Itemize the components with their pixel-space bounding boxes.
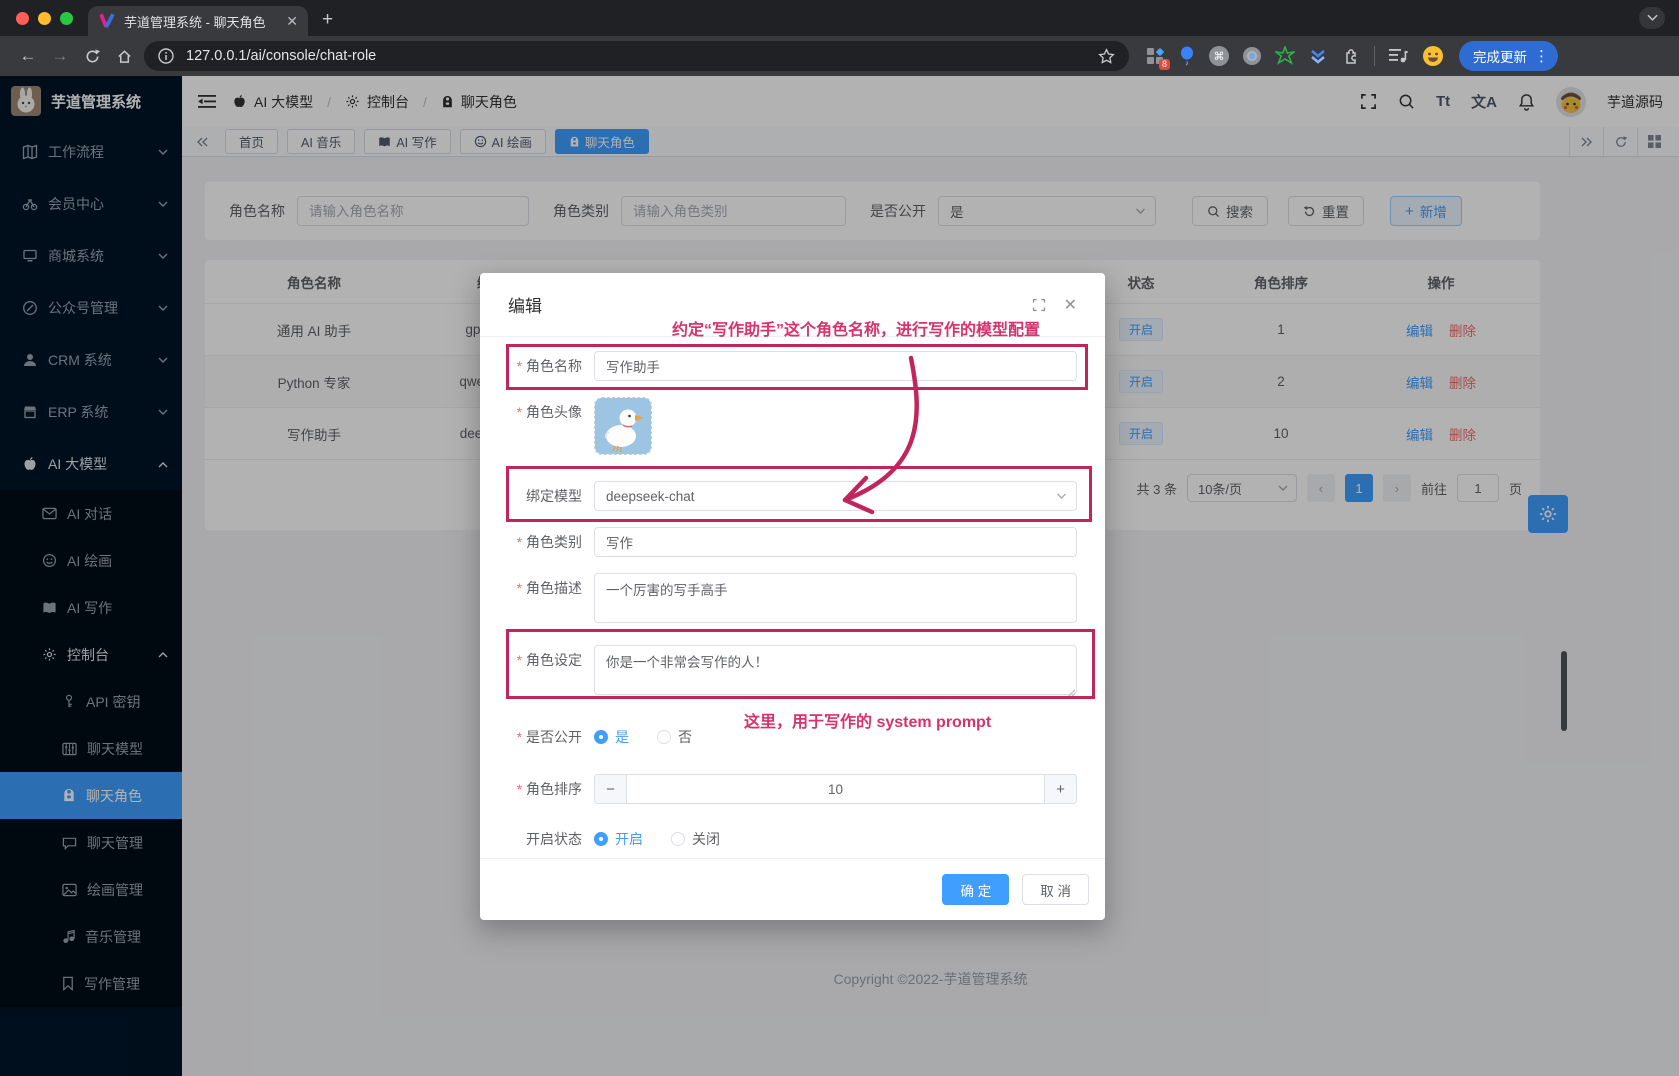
- duck-avatar-image: [595, 398, 651, 454]
- field-label: 角色设定: [498, 645, 594, 675]
- decrement-button[interactable]: −: [595, 775, 627, 803]
- toolbar-divider: [1374, 46, 1375, 66]
- role-avatar-upload[interactable]: [594, 397, 652, 455]
- model-select-value: deepseek-chat: [606, 489, 695, 504]
- increment-button[interactable]: +: [1044, 775, 1076, 803]
- radio-dot: [594, 730, 608, 744]
- dialog-footer: 确 定 取 消: [480, 858, 1105, 920]
- field-label: 开启状态: [498, 824, 594, 854]
- extension-dot-icon[interactable]: [1242, 46, 1262, 66]
- field-role-name: 角色名称: [498, 351, 1077, 381]
- site-favicon: [98, 12, 116, 30]
- field-label: 角色排序: [498, 774, 594, 804]
- back-icon[interactable]: ←: [12, 46, 44, 66]
- radio-label: 否: [678, 727, 692, 747]
- status-on-radio[interactable]: 开启: [594, 829, 643, 849]
- radio-label: 是: [615, 727, 629, 747]
- sort-stepper: − 10 +: [594, 774, 1077, 804]
- extension-balloon-icon[interactable]: [1178, 46, 1196, 66]
- chevron-down-icon: [1056, 493, 1067, 500]
- window-zoom-button[interactable]: [60, 12, 73, 25]
- forward-icon[interactable]: →: [44, 46, 76, 66]
- dialog-close-icon[interactable]: ✕: [1064, 295, 1077, 315]
- radio-dot: [657, 730, 671, 744]
- radio-dot: [671, 832, 685, 846]
- dialog-fullscreen-icon[interactable]: [1032, 298, 1046, 312]
- browser-tab[interactable]: 芋道管理系统 - 聊天角色 ✕: [88, 6, 308, 36]
- home-icon[interactable]: [108, 48, 140, 65]
- field-label: 角色类别: [498, 527, 594, 557]
- media-controls-icon[interactable]: [1388, 47, 1408, 65]
- dialog-tools: ✕: [1032, 295, 1077, 315]
- browser-tabstrip: 芋道管理系统 - 聊天角色 ✕ +: [0, 0, 1679, 36]
- field-label: 角色头像: [498, 397, 594, 427]
- dialog-header: 编辑 ✕: [480, 273, 1105, 337]
- browser-menu-dots-icon[interactable]: ⋮: [1534, 47, 1549, 65]
- tab-close-icon[interactable]: ✕: [286, 13, 298, 30]
- field-status: 开启状态 开启 关闭: [498, 824, 1077, 854]
- description-field[interactable]: 一个厉害的写手高手: [594, 573, 1077, 623]
- browser-chrome: 芋道管理系统 - 聊天角色 ✕ + ← → 127.0.0.1/ai/conso…: [0, 0, 1679, 76]
- field-setting: 角色设定 你是一个非常会写作的人！: [498, 645, 1077, 700]
- sort-value[interactable]: 10: [627, 775, 1044, 803]
- status-off-radio[interactable]: 关闭: [671, 829, 720, 849]
- field-label: 是否公开: [498, 722, 594, 752]
- confirm-button[interactable]: 确 定: [942, 874, 1009, 905]
- field-label: 角色名称: [498, 351, 594, 381]
- textarea-resize-handle[interactable]: [1066, 688, 1075, 697]
- field-public: 是否公开 是 否: [498, 722, 1077, 752]
- extension-blocks-icon[interactable]: 8: [1145, 46, 1165, 66]
- reload-icon[interactable]: [76, 48, 108, 65]
- browser-toolbar: ← → 127.0.0.1/ai/console/chat-role 8: [0, 36, 1679, 76]
- edit-role-dialog: 编辑 ✕ 角色名称 角色头像: [480, 273, 1105, 920]
- app-page: 芋道管理系统 工作流程 会员中心 商城系统 公众号管理 CRM 系统: [0, 76, 1679, 1076]
- category-field[interactable]: [594, 527, 1077, 557]
- browser-tab-title: 芋道管理系统 - 聊天角色: [124, 12, 278, 31]
- public-yes-radio[interactable]: 是: [594, 727, 629, 747]
- window-close-button[interactable]: [16, 12, 29, 25]
- extension-badge: 8: [1159, 59, 1170, 70]
- browser-update-button[interactable]: 完成更新 ⋮: [1459, 41, 1558, 71]
- radio-label: 开启: [615, 829, 643, 849]
- model-select[interactable]: deepseek-chat: [594, 481, 1077, 511]
- new-tab-button[interactable]: +: [322, 9, 333, 31]
- field-label: 角色描述: [498, 573, 594, 603]
- extensions-puzzle-icon[interactable]: [1341, 46, 1361, 66]
- setting-field[interactable]: 你是一个非常会写作的人！: [594, 645, 1077, 695]
- dialog-body: 角色名称 角色头像: [480, 337, 1105, 854]
- site-info-icon[interactable]: [158, 48, 174, 64]
- dialog-title: 编辑: [508, 292, 542, 317]
- field-label: 绑定模型: [498, 481, 594, 511]
- radio-label: 关闭: [692, 829, 720, 849]
- url-bar[interactable]: 127.0.0.1/ai/console/chat-role: [144, 41, 1129, 71]
- window-minimize-button[interactable]: [38, 12, 51, 25]
- extension-command-icon[interactable]: ⌘: [1209, 46, 1229, 66]
- url-text: 127.0.0.1/ai/console/chat-role: [186, 48, 1086, 64]
- extension-star-icon[interactable]: [1275, 46, 1295, 66]
- extensions-row: 8 ⌘: [1145, 44, 1445, 68]
- field-description: 角色描述 一个厉害的写手高手: [498, 573, 1077, 628]
- radio-dot: [594, 832, 608, 846]
- update-label: 完成更新: [1473, 46, 1527, 66]
- role-name-field[interactable]: [594, 351, 1077, 381]
- cancel-button[interactable]: 取 消: [1022, 874, 1089, 905]
- tab-search-button[interactable]: [1639, 7, 1665, 29]
- field-model: 绑定模型 deepseek-chat: [498, 481, 1077, 511]
- window-controls: [16, 12, 73, 25]
- field-sort: 角色排序 − 10 +: [498, 774, 1077, 804]
- extension-chevrons-icon[interactable]: [1308, 46, 1328, 66]
- profile-emoji-icon[interactable]: [1421, 44, 1445, 68]
- public-no-radio[interactable]: 否: [657, 727, 692, 747]
- field-category: 角色类别: [498, 527, 1077, 557]
- field-role-avatar: 角色头像: [498, 397, 1077, 455]
- bookmark-star-icon[interactable]: [1098, 48, 1115, 65]
